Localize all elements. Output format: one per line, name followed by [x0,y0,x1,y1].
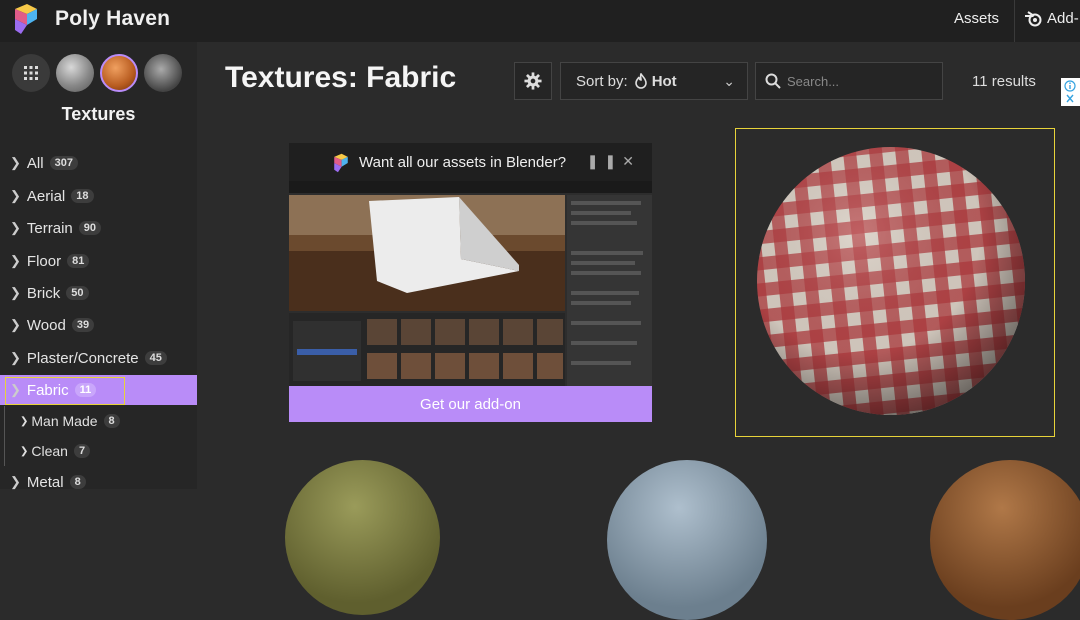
nav-divider [1014,0,1015,42]
chevron-right-icon: ❯ [10,253,21,268]
subcategory-label: Clean [31,443,68,459]
page-title: Textures: Fabric [225,61,457,94]
nav-assets-link[interactable]: Assets [954,10,999,27]
subcategory-count: 7 [73,444,91,458]
chevron-down-icon: ⌄ [723,73,735,89]
models-type-button[interactable] [144,54,182,92]
blender-screenshot [289,181,652,386]
sort-value: Hot [651,72,677,90]
sort-dropdown[interactable]: Sort by: Hot ⌄ [560,62,748,100]
blender-screenshot-image [289,181,652,386]
settings-button[interactable] [514,62,552,100]
texture-card-gingham[interactable] [735,128,1055,437]
category-label: Metal [26,473,64,491]
search-icon [765,73,781,89]
category-count: 81 [67,254,90,268]
category-count: 307 [49,156,78,170]
category-count: 39 [71,318,95,332]
gingham-sphere-image [757,147,1025,415]
category-count: 18 [71,189,94,203]
promo-header: Want all our assets in Blender? ❚❚✕ [289,143,652,181]
search-input[interactable] [787,73,937,89]
hdris-type-button[interactable] [56,54,94,92]
gear-icon [524,72,542,90]
chevron-right-icon: ❯ [10,350,21,365]
poly-haven-logo-icon [334,153,348,173]
category-count: 90 [78,221,102,235]
results-count: 11 results [972,73,1036,90]
info-icon [1064,80,1076,92]
category-aerial[interactable]: ❯ Aerial 18 [0,181,197,211]
sidebar: Textures ❯ All 307 ❯ Aerial 18 ❯ Terrain… [0,42,197,491]
promo-heading: Want all our assets in Blender? [359,153,567,171]
chevron-right-icon: ❯ [10,285,21,300]
category-label: Fabric [26,381,69,399]
chevron-right-icon: ❯ [10,474,21,489]
subcategory-label: Man Made [31,413,98,429]
texture-card-blue[interactable] [607,460,767,620]
category-fabric[interactable]: ❯ Fabric 11 [0,375,197,405]
category-wood[interactable]: ❯ Wood 39 [0,310,197,340]
subcategory-clean[interactable]: ❯ Clean 7 [4,436,194,466]
grid-icon [24,66,38,80]
close-icon [1066,94,1074,103]
category-count: 11 [74,383,97,397]
texture-card-olive[interactable] [285,460,440,615]
category-floor[interactable]: ❯ Floor 81 [0,246,197,276]
search-field[interactable] [755,62,943,100]
pause-icon[interactable]: ❚❚ [587,153,622,169]
category-count: 45 [144,351,167,365]
category-metal[interactable]: ❯ Metal 8 [0,467,197,497]
chevron-right-icon: ❯ [10,317,21,332]
chevron-right-icon: ❯ [10,220,21,235]
blender-addon-promo: Want all our assets in Blender? ❚❚✕ Get … [289,143,652,422]
category-label: Wood [26,316,66,334]
category-terrain[interactable]: ❯ Terrain 90 [0,213,197,243]
nav-addon-link[interactable]: Add- [1024,10,1079,27]
category-label: Terrain [26,219,73,237]
chevron-right-icon: ❯ [10,155,21,170]
blender-icon [1025,10,1042,26]
brand-name[interactable]: Poly Haven [55,7,170,31]
chevron-right-icon: ❯ [10,382,21,397]
poly-haven-logo-icon[interactable] [13,3,39,35]
category-label: Floor [26,252,62,270]
all-types-button[interactable] [12,54,50,92]
chevron-right-icon: ❯ [20,415,29,427]
category-count: 50 [66,286,89,300]
close-icon[interactable]: ✕ [622,153,640,169]
category-brick[interactable]: ❯ Brick 50 [0,278,197,308]
category-label: All [26,154,44,172]
sidebar-title: Textures [61,104,136,124]
flame-icon [634,73,647,89]
promo-controls[interactable]: ❚❚✕ [587,153,640,170]
category-plaster-concrete[interactable]: ❯ Plaster/Concrete 45 [0,343,197,373]
top-bar: Poly Haven Assets Add- [0,0,1080,42]
sort-label: Sort by: [576,72,628,90]
category-label: Brick [26,284,61,302]
category-all[interactable]: ❯ All 307 [0,148,197,178]
textures-type-button[interactable] [100,54,138,92]
chevron-right-icon: ❯ [20,445,29,457]
asset-type-selector [12,54,182,92]
subcategory-man-made[interactable]: ❯ Man Made 8 [4,406,194,436]
ad-choices-tab[interactable] [1061,78,1080,106]
category-label: Aerial [26,187,66,205]
nav-addon-label: Add- [1047,10,1079,27]
category-count: 8 [69,475,86,489]
chevron-right-icon: ❯ [10,188,21,203]
subcategory-count: 8 [103,414,120,428]
texture-card-brown[interactable] [930,460,1080,620]
category-label: Plaster/Concrete [26,349,139,367]
get-addon-button[interactable]: Get our add-on [289,386,652,422]
